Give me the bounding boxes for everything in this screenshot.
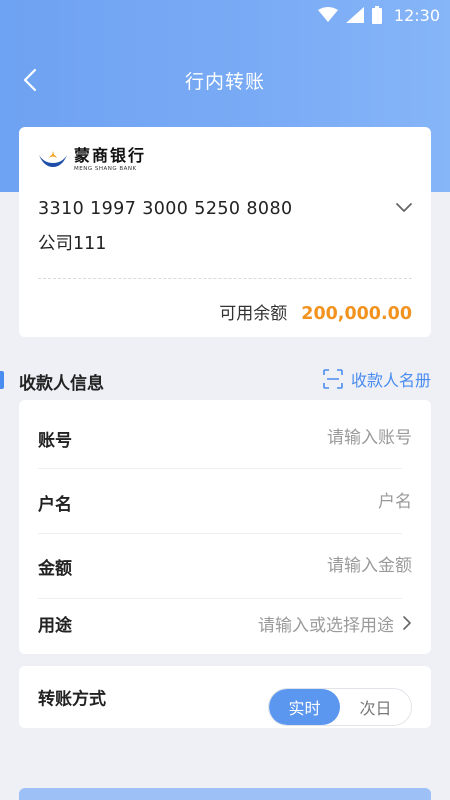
chevron-left-icon (23, 68, 37, 92)
next-button[interactable] (19, 788, 431, 800)
nav-bar: 行内转账 (0, 52, 450, 108)
purpose-placeholder: 请输入或选择用途 (258, 615, 394, 636)
chevron-right-icon (403, 616, 411, 630)
chevron-down-icon[interactable] (395, 201, 413, 215)
name-input[interactable] (172, 492, 412, 512)
amount-label: 金额 (38, 558, 72, 579)
account-number: 3310 1997 3000 5250 8080 (38, 199, 293, 219)
payee-book-button[interactable]: 收款人名册 (323, 367, 431, 391)
bank-logo-icon (39, 151, 67, 167)
account-input[interactable] (172, 428, 412, 448)
option-realtime[interactable]: 实时 (269, 689, 340, 725)
balance-row: 可用余额 200,000.00 (219, 299, 412, 324)
status-bar: 12:30 (0, 0, 450, 30)
account-card[interactable]: 蒙商银行 MENG SHANG BANK 3310 1997 3000 5250… (19, 127, 431, 337)
section-title: 收款人信息 (19, 374, 104, 394)
battery-icon (371, 6, 382, 24)
purpose-row: 用途 请输入或选择用途 (38, 598, 412, 648)
status-time: 12:30 (393, 5, 440, 25)
back-button[interactable] (14, 64, 46, 96)
transfer-method-toggle[interactable]: 实时 次日 (268, 688, 412, 726)
row-divider (38, 468, 402, 469)
balance-value: 200,000.00 (301, 304, 412, 324)
account-row: 账号 (38, 406, 412, 470)
payee-section-header: 收款人信息 收款人名册 (0, 365, 450, 395)
account-label: 账号 (38, 430, 72, 451)
payee-book-label: 收款人名册 (350, 371, 431, 390)
name-label: 户名 (38, 494, 72, 515)
page-title: 行内转账 (184, 70, 265, 93)
divider (38, 278, 412, 279)
scan-icon (323, 369, 343, 389)
bank-name-cn: 蒙商银行 (74, 146, 147, 165)
balance-label: 可用余额 (219, 304, 288, 324)
signal-icon (345, 7, 364, 23)
transfer-method-card: 转账方式 实时 次日 (19, 666, 431, 728)
transfer-method-label: 转账方式 (38, 689, 106, 710)
name-row: 户名 (38, 470, 412, 534)
bank-logo: 蒙商银行 MENG SHANG BANK (38, 147, 146, 173)
purpose-label: 用途 (38, 615, 72, 636)
wifi-icon (317, 7, 338, 23)
section-accent-bar (0, 371, 4, 389)
bank-name-en: MENG SHANG BANK (74, 166, 137, 172)
amount-input[interactable] (172, 556, 412, 576)
payee-form: 账号 户名 金额 用途 请输入或选择用途 (19, 400, 431, 654)
amount-row: 金额 (38, 534, 412, 598)
option-next-day[interactable]: 次日 (340, 689, 411, 725)
account-name: 公司111 (38, 234, 107, 254)
purpose-select[interactable]: 请输入或选择用途 (258, 611, 412, 636)
